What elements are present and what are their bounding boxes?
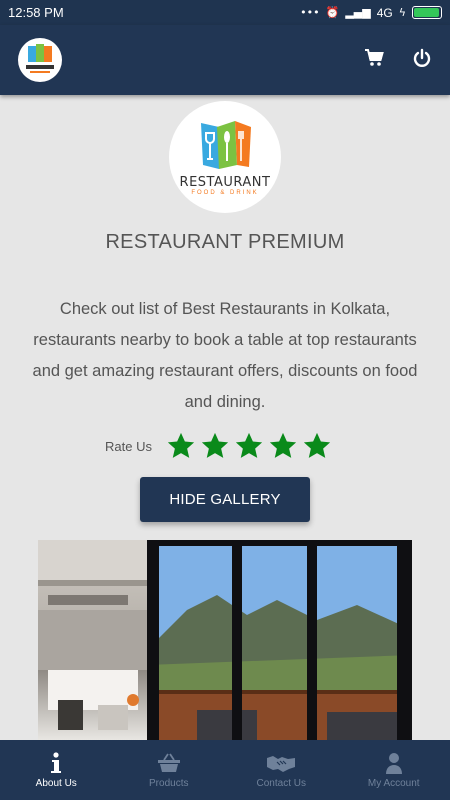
power-icon[interactable]: [412, 48, 432, 73]
nav-label-contact-us: Contact Us: [256, 777, 306, 789]
restaurant-logo: RESTAURANT FOOD & DRINK: [169, 101, 281, 213]
cart-icon[interactable]: [364, 48, 384, 72]
restaurant-emblem-icon: [201, 120, 251, 169]
rating-stars[interactable]: [166, 431, 332, 461]
photo-gallery[interactable]: [38, 540, 412, 740]
gallery-photo-mountain-view[interactable]: [147, 540, 412, 740]
brand-tagline: FOOD & DRINK: [191, 189, 259, 196]
star-icon[interactable]: [302, 431, 332, 461]
restaurant-logo-icon: [26, 44, 54, 73]
signal-icon: ▂▄▆: [345, 6, 371, 19]
status-bar: 12:58 PM ••• ⏰ ▂▄▆ 4G ϟ: [0, 0, 450, 25]
nav-products[interactable]: Products: [113, 740, 226, 800]
nav-label-my-account: My Account: [367, 777, 420, 789]
star-icon[interactable]: [200, 431, 230, 461]
description-text: Check out list of Best Restaurants in Ko…: [32, 300, 418, 411]
alarm-icon: ⏰: [325, 6, 340, 19]
nav-about-us[interactable]: About Us: [0, 740, 113, 800]
star-icon[interactable]: [268, 431, 298, 461]
rating-row: Rate Us: [105, 431, 332, 461]
network-type: 4G: [376, 5, 393, 20]
battery-icon: [412, 6, 442, 19]
bottom-navigation: About Us Products Contact Us My Account: [0, 740, 450, 800]
main-content: RESTAURANT FOOD & DRINK RESTAURANT PREMI…: [0, 95, 450, 740]
app-logo[interactable]: [18, 38, 62, 82]
status-icons: ••• ⏰ ▂▄▆ 4G ϟ: [300, 6, 442, 20]
nav-label-about-us: About Us: [35, 777, 77, 789]
nav-contact-us[interactable]: Contact Us: [225, 740, 338, 800]
star-icon[interactable]: [166, 431, 196, 461]
charging-icon: ϟ: [398, 6, 406, 19]
nav-label-products: Products: [149, 777, 189, 789]
notification-dots-icon: •••: [300, 6, 320, 19]
person-icon: [385, 752, 403, 774]
page-title: RESTAURANT PREMIUM: [105, 231, 345, 253]
gallery-photo-interior[interactable]: [38, 540, 147, 740]
info-icon: [50, 751, 62, 774]
hide-gallery-button[interactable]: HIDE GALLERY: [140, 477, 310, 522]
handshake-icon: [266, 752, 296, 774]
nav-my-account[interactable]: My Account: [338, 740, 450, 800]
app-bar: [0, 25, 450, 95]
basket-icon: [157, 752, 181, 774]
brand-name: RESTAURANT: [179, 174, 271, 190]
rate-us-label: Rate Us: [105, 438, 152, 454]
star-icon[interactable]: [234, 431, 264, 461]
status-time: 12:58 PM: [8, 5, 64, 20]
